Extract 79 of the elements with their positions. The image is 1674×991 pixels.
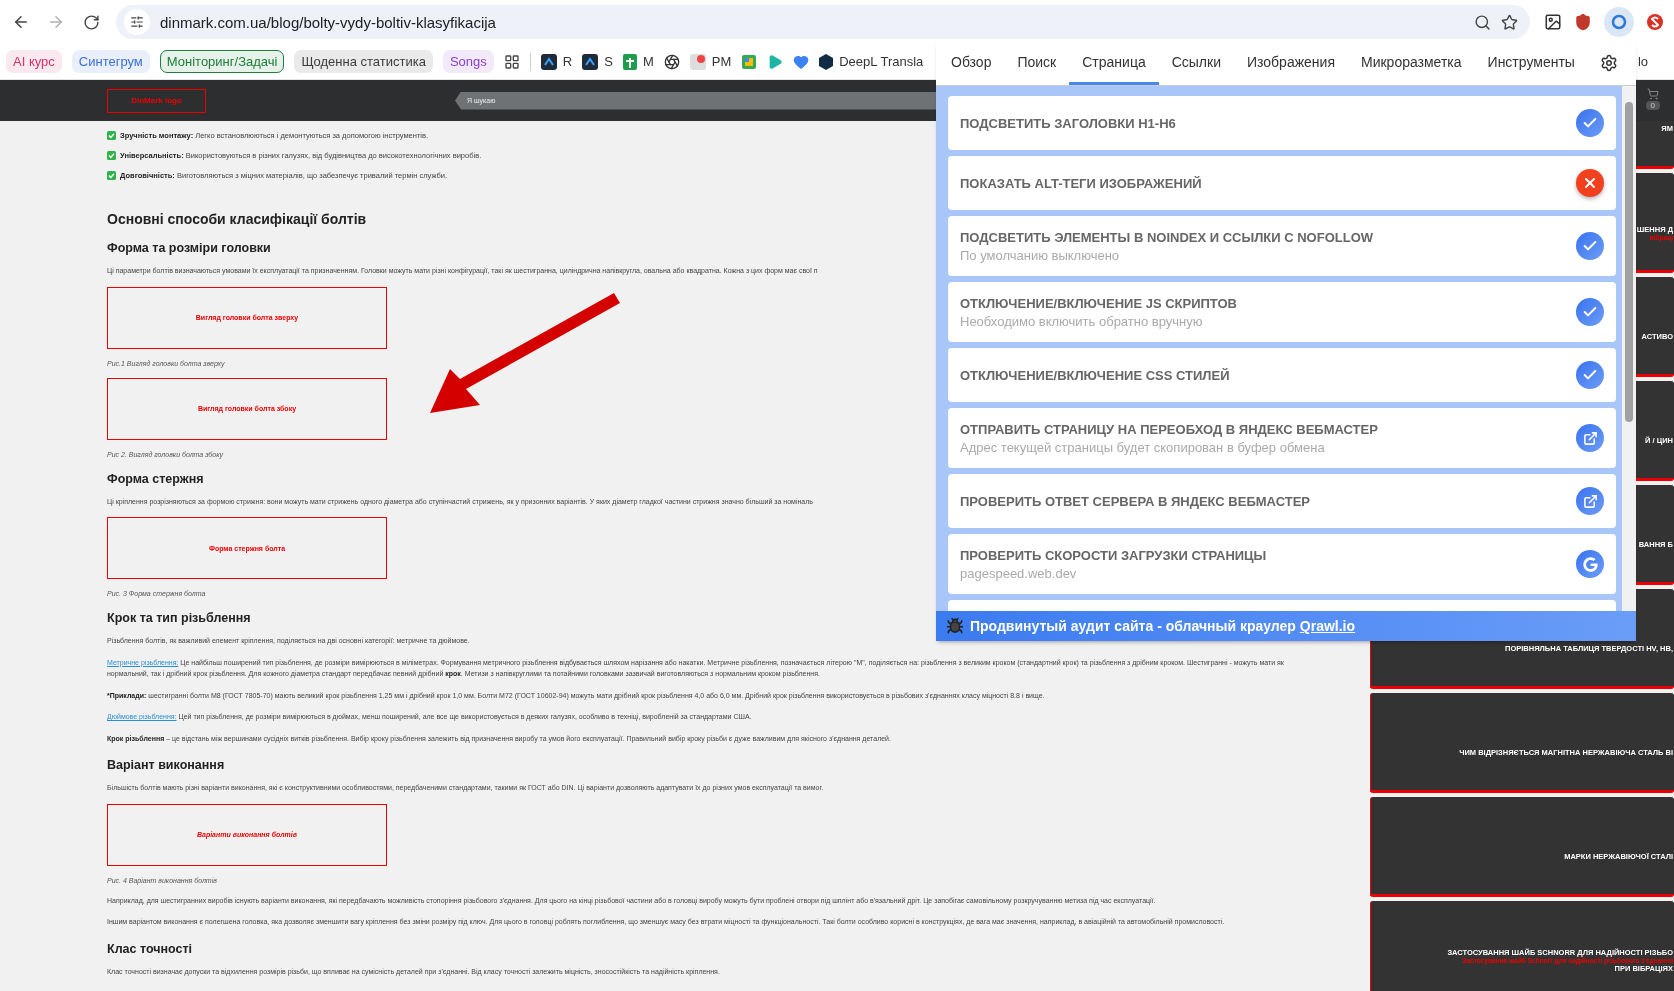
external-link-icon <box>1582 430 1598 446</box>
reload-icon <box>82 13 100 31</box>
check-toggle-button[interactable] <box>1576 109 1604 137</box>
option-title: ПРОВЕРИТЬ СКОРОСТИ ЗАГРУЗКИ СТРАНИЦЫ <box>960 547 1268 563</box>
bookmark-chip[interactable]: Синтегрум <box>71 50 150 73</box>
checkbox-checked-icon <box>107 130 116 140</box>
option-title: ОТКЛЮЧЕНИЕ/ВКЛЮЧЕНИЕ JS СКРИПТОВ <box>960 295 1238 311</box>
option-description: pagespeed.web.dev <box>960 565 1078 581</box>
app-logo-icon <box>582 53 599 70</box>
tab[interactable]: Микроразметка <box>1348 41 1475 85</box>
site-settings-button[interactable] <box>124 9 150 35</box>
option-description: Необходимо включить обратно вручную <box>960 313 1204 329</box>
url-text: dinmark.com.ua/blog/bolty-vydy-boltiv-klasyfikacija <box>160 13 497 31</box>
tab[interactable]: Поиск <box>1004 41 1070 85</box>
external-link-button[interactable] <box>1576 487 1604 515</box>
bookmark-chip[interactable]: Songs <box>442 50 494 73</box>
bug-icon <box>946 617 964 635</box>
option-title: ПОКАЗАТЬ ALT-ТЕГИ ИЗОБРАЖЕНИЙ <box>960 175 1203 191</box>
promo-text: Продвинутый аудит сайта - облачный краулер Qrawl.io <box>970 618 1356 634</box>
subsection-heading: Варіант виконання <box>107 758 225 772</box>
bookmark[interactable]: PM <box>689 53 732 70</box>
tab[interactable]: Изображения <box>1234 41 1348 85</box>
bookmark[interactable]: M <box>622 53 654 70</box>
zoom-icon[interactable] <box>1474 13 1491 31</box>
address-bar[interactable]: dinmark.com.ua/blog/bolty-vydy-boltiv-klasyfikacija <box>116 5 1530 39</box>
cross-toggle-button[interactable] <box>1576 169 1604 197</box>
subsection-heading: Форма та розміри головки <box>107 241 271 255</box>
bookmark-chip[interactable]: AI курс <box>6 50 62 73</box>
option-description: Адрес текущей страницы будет скопирован в буфер обмена <box>960 439 1326 455</box>
heart-icon[interactable] <box>793 53 810 70</box>
subsection-heading: Клас точності <box>107 941 193 956</box>
cart-icon[interactable] <box>1646 88 1659 100</box>
knot-icon[interactable] <box>663 53 680 70</box>
bookmark-star-icon[interactable] <box>1501 13 1518 31</box>
option-title: ПОДСВЕТИТЬ ЭЛЕМЕНТЫ В NOINDEX И ССЫЛКИ С NOFOLLOW <box>960 229 1375 245</box>
hexagon-logo-icon <box>819 53 834 70</box>
checkbox-checked-icon <box>107 150 116 160</box>
cross-icon <box>1582 175 1598 191</box>
option-title: ОТКЛЮЧЕНИЕ/ВКЛЮЧЕНИЕ CSS СТИЛЕЙ <box>960 367 1231 383</box>
option-title: ОТПРАВИТЬ СТРАНИЦУ НА ПЕРЕОБХОД В ЯНДЕКС ВЕБМАСТЕР <box>960 421 1379 437</box>
tab[interactable]: Обзор <box>938 41 1005 85</box>
forward-arrow-icon <box>47 13 65 31</box>
option-description: По умолчанию выключено <box>960 247 1121 263</box>
sheet-icon <box>622 53 637 70</box>
check-toggle-button[interactable] <box>1576 232 1604 260</box>
bookmark[interactable]: R <box>540 53 573 70</box>
bookmark-chip[interactable]: Щоденна статистика <box>294 50 433 73</box>
subsection-heading: Крок та тип різьблення <box>107 611 251 625</box>
bookmark[interactable]: DeepL Transla <box>819 53 924 70</box>
subsection-heading: Форма стержня <box>107 471 204 486</box>
check-toggle-button[interactable] <box>1576 361 1604 389</box>
g-letter-button[interactable] <box>1576 550 1604 578</box>
calendar-icon[interactable] <box>741 53 758 70</box>
tab[interactable]: Ссылки <box>1158 41 1234 85</box>
g-letter-icon <box>1582 556 1598 572</box>
bookmark[interactable]: lo <box>1637 54 1648 69</box>
app-logo-icon <box>540 53 557 70</box>
bookmark[interactable]: S <box>582 53 613 70</box>
apps-grid-icon[interactable] <box>503 53 520 70</box>
external-link-icon <box>1582 493 1598 509</box>
ring-icon <box>1611 14 1627 30</box>
pm-icon <box>689 53 706 70</box>
active-extension-button[interactable] <box>1604 7 1634 37</box>
tab[interactable]: Инструменты <box>1474 41 1588 85</box>
section-heading: Основні способи класифікації болтів <box>107 211 368 227</box>
check-toggle-button[interactable] <box>1576 298 1604 326</box>
option-title: ПОДСВЕТИТЬ ЗАГОЛОВКИ H1-H6 <box>960 115 1177 131</box>
checkbox-checked-icon <box>107 170 116 180</box>
play-icon[interactable] <box>767 53 784 70</box>
cart-count: 0 <box>1645 101 1660 110</box>
image-extension-icon[interactable] <box>1544 13 1562 31</box>
bookmark-chip[interactable]: Моніторинг/Задачі <box>159 50 285 73</box>
scrollbar[interactable] <box>1622 86 1636 611</box>
settings-icon <box>1600 54 1618 72</box>
external-link-button[interactable] <box>1576 424 1604 452</box>
sliders-icon <box>130 15 144 29</box>
option-title: ПРОВЕРИТЬ ОТВЕТ СЕРВЕРА В ЯНДЕКС ВЕБМАСТЕР <box>960 493 1311 509</box>
swirl-extension-icon[interactable] <box>1646 13 1664 31</box>
shield-extension-icon[interactable] <box>1574 13 1592 31</box>
